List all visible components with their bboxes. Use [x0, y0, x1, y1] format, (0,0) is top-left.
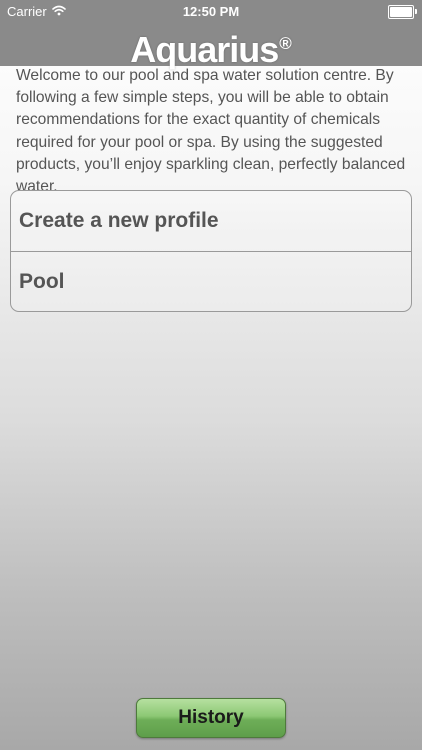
- battery-level: [390, 7, 412, 17]
- navigation-bar: Carrier 12:50 PM Aquarius®: [0, 0, 422, 70]
- create-profile-item[interactable]: Create a new profile: [11, 191, 411, 251]
- profile-item-pool[interactable]: Pool: [11, 251, 411, 311]
- logo-registered-mark: ®: [279, 34, 292, 53]
- profile-pool-label: Pool: [19, 269, 65, 293]
- aquarius-logo: Aquarius®: [0, 24, 422, 70]
- status-bar: Carrier 12:50 PM: [0, 0, 422, 22]
- logo-text: Aquarius: [130, 29, 279, 70]
- battery-icon: [388, 5, 417, 19]
- status-time: 12:50 PM: [182, 4, 240, 19]
- welcome-text: Welcome to our pool and spa water soluti…: [16, 67, 406, 196]
- create-profile-label: Create a new profile: [19, 209, 219, 232]
- profile-list: Create a new profile Pool: [10, 190, 412, 312]
- history-button[interactable]: History: [136, 698, 286, 738]
